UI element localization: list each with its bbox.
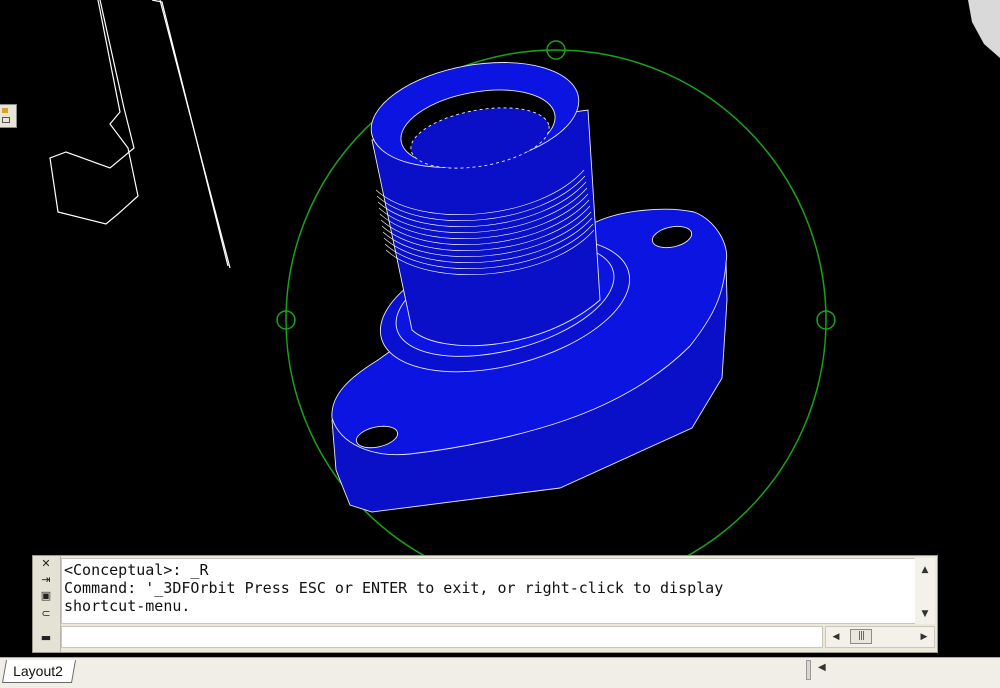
- history-icon[interactable]: ⊂: [40, 608, 52, 620]
- scroll-left-icon[interactable]: ◀: [830, 631, 842, 643]
- tab-label: Layout2: [13, 663, 63, 679]
- toolbar-stub-icon-2: [2, 117, 10, 123]
- command-history: <Conceptual>: _R Command: '_3DFOrbit Pres…: [61, 558, 921, 624]
- scroll-up-icon[interactable]: ▲: [919, 564, 931, 576]
- scroll-down-icon[interactable]: ▼: [919, 608, 931, 620]
- grip-icon[interactable]: ▬: [40, 632, 52, 644]
- command-line-window: ✕ ⇥ ▣ ⊂ ▬ <Conceptual>: _R Command: '_3DF…: [32, 555, 938, 653]
- history-line: Command: '_3DFOrbit Press ESC or ENTER t…: [64, 579, 724, 597]
- pin-icon[interactable]: ⇥: [40, 574, 52, 586]
- command-window-titlebar[interactable]: ✕ ⇥ ▣ ⊂ ▬: [33, 556, 61, 652]
- command-hscrollbar[interactable]: ◀ ||| ▶: [825, 626, 935, 648]
- scroll-left-arrow-icon[interactable]: ◀: [818, 662, 826, 673]
- toolbar-stub[interactable]: [0, 104, 17, 128]
- command-input[interactable]: [61, 626, 823, 648]
- tab-scroll-splitter[interactable]: [806, 660, 811, 680]
- background-linework: [49, 0, 231, 269]
- layout-tab-bar: Layout2 ◀: [0, 657, 1000, 688]
- flange-model[interactable]: [331, 48, 728, 513]
- scroll-thumb[interactable]: |||: [850, 629, 872, 644]
- history-scrollbar[interactable]: ▲ ▼: [915, 558, 935, 624]
- history-line: shortcut-menu.: [64, 597, 191, 615]
- close-icon[interactable]: ✕: [40, 558, 52, 570]
- scroll-right-icon[interactable]: ▶: [918, 631, 930, 643]
- toolbar-stub-icon: [2, 108, 8, 113]
- tab-layout2[interactable]: Layout2: [1, 660, 76, 683]
- properties-icon[interactable]: ▣: [40, 590, 52, 602]
- history-line: <Conceptual>: _R: [64, 561, 209, 579]
- corner-object: [968, 0, 1000, 58]
